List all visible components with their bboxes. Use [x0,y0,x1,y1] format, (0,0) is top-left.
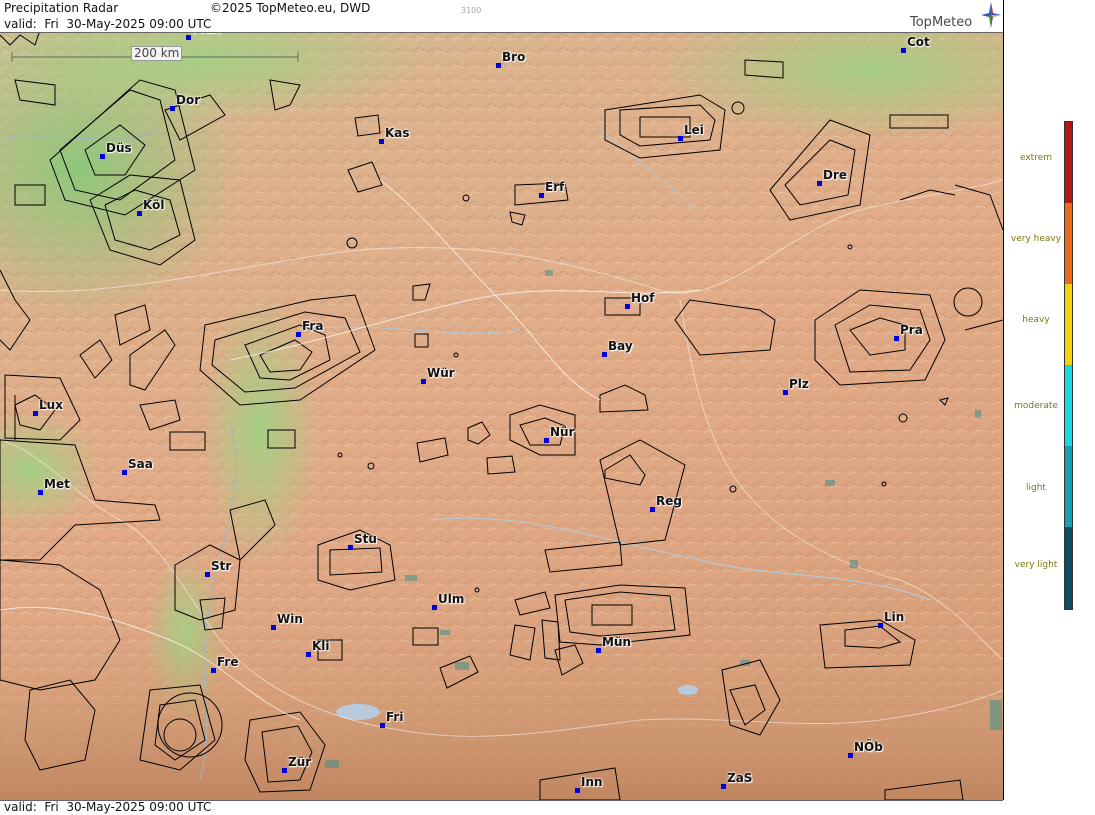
city-label: Cot [907,35,930,49]
city-marker [817,181,822,186]
city-label: Lin [884,610,905,624]
valid-time-footer: valid: Fri 30-May-2025 09:00 UTC [4,800,212,814]
city-label: Kli [312,639,330,653]
copyright-text: ©2025 TopMeteo.eu, DWD [210,1,371,15]
city-marker [211,668,216,673]
city-marker [894,336,899,341]
city-marker [878,623,883,628]
city-label: Kas [385,126,410,140]
legend-label-moderate: moderate [1014,401,1058,411]
topmeteo-star-icon [981,2,1001,28]
city-label: Wür [427,366,455,380]
product-code: 3100 [461,6,482,15]
city-label: Stu [354,532,377,546]
city-label: Zür [288,755,312,769]
city-label: Fra [302,319,324,333]
city-label: Reg [656,494,682,508]
city-label: Bay [608,339,633,353]
city-label: Köl [143,198,165,212]
city-label: Ulm [438,592,465,606]
valid-time-header: valid: Fri 30-May-2025 09:00 UTC [4,17,212,31]
city-label: Win [277,612,303,626]
city-marker [380,723,385,728]
city-marker [901,48,906,53]
city-label: Lux [39,398,63,412]
city-marker [432,605,437,610]
city-label: Bro [502,50,526,64]
city-marker [137,211,142,216]
city-label: Nür [550,425,575,439]
precipitation-legend-bar [1064,121,1073,610]
city-marker [205,572,210,577]
city-label: NÖb [854,740,883,754]
city-marker [296,332,301,337]
city-label: Erf [545,180,565,194]
city-marker [33,411,38,416]
city-marker [496,63,501,68]
city-label: Dre [823,168,848,182]
city-marker [348,545,353,550]
legend-label-heavy: heavy [1022,315,1050,325]
city-marker [721,784,726,789]
city-label: Fre [217,655,239,669]
city-marker [100,154,105,159]
city-label: Dor [176,93,201,107]
map-title: Precipitation Radar [4,1,119,15]
legend-label-light: light [1026,483,1046,493]
city-marker [596,648,601,653]
city-marker [38,490,43,495]
city-label: Hof [631,291,655,305]
city-label: Düs [106,141,132,155]
city-marker [544,438,549,443]
city-marker [122,470,127,475]
city-marker [186,35,191,40]
city-label: Lei [684,123,704,137]
city-label: Met [44,477,70,491]
city-marker [306,652,311,657]
city-label: Inn [581,775,603,789]
city-marker [625,304,630,309]
radar-map[interactable]: Mün Cot Bro Dor Kas Lei Düs Dre Erf Köl Hof Fra Pra B… [0,0,1004,800]
city-marker [421,379,426,384]
city-marker [282,768,287,773]
city-label: Plz [789,377,809,391]
airspace-and-border-lines [0,29,1003,800]
topmeteo-logo[interactable]: TopMeteo [910,15,972,30]
legend-label-very-heavy: very heavy [1010,234,1062,244]
city-marker [170,106,175,111]
city-marker [848,753,853,758]
city-label: Saa [128,457,153,471]
scale-bar-label: 200 km [131,46,183,61]
city-label: Mün [602,635,632,649]
city-marker [271,625,276,630]
city-marker [379,139,384,144]
legend-label-extrem: extrem [1019,153,1053,163]
city-marker [650,507,655,512]
city-marker [539,193,544,198]
legend-label-very-light: very light [1014,560,1058,570]
city-label: Pra [900,323,923,337]
city-marker [783,390,788,395]
city-marker [678,136,683,141]
city-label: Str [211,559,232,573]
city-label: Fri [386,710,404,724]
city-marker [575,788,580,793]
city-marker [602,352,607,357]
city-label: ZaS [727,771,753,785]
